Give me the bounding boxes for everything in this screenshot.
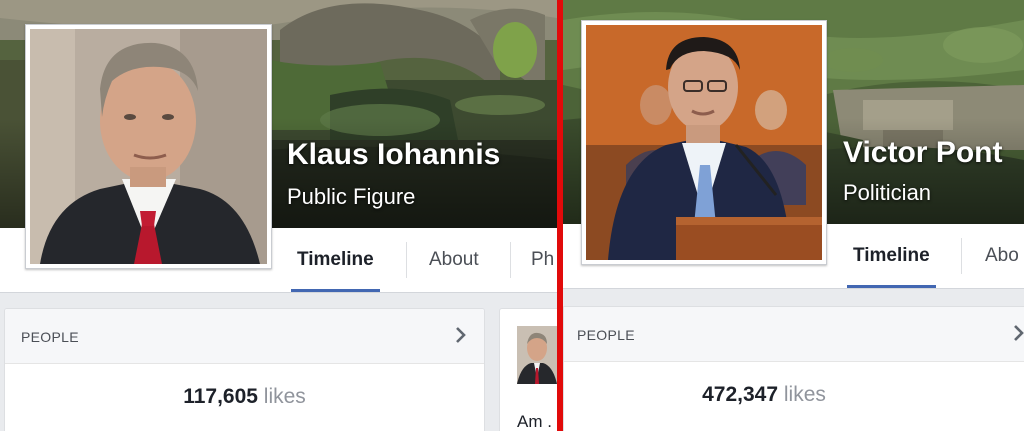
tab-divider bbox=[961, 238, 962, 274]
post-author-avatar[interactable] bbox=[517, 326, 557, 384]
post-text-snippet: Am . bbox=[517, 412, 552, 431]
card-header: PEOPLE bbox=[5, 309, 484, 364]
page-category: Public Figure bbox=[287, 184, 416, 209]
tab-divider bbox=[406, 242, 407, 278]
card-title: PEOPLE bbox=[577, 327, 635, 343]
likes-count: 472,347 bbox=[702, 383, 779, 406]
tab-photos[interactable]: Ph bbox=[531, 228, 554, 292]
portrait-image bbox=[30, 29, 267, 264]
likes-summary: 472,347 likes bbox=[564, 383, 964, 407]
people-card: PEOPLE 472,347 likes bbox=[563, 306, 1024, 431]
card-header: PEOPLE bbox=[564, 307, 1024, 362]
likes-label: likes bbox=[783, 383, 826, 406]
profile-picture[interactable] bbox=[25, 24, 272, 269]
left-profile-panel: Timeline About Ph Klaus Iohannis Public … bbox=[0, 0, 557, 431]
page-category: Politician bbox=[843, 180, 932, 205]
avatar-thumbnail bbox=[517, 326, 557, 384]
profile-picture[interactable] bbox=[581, 20, 827, 265]
tab-timeline[interactable]: Timeline bbox=[291, 228, 380, 292]
portrait-image bbox=[586, 25, 822, 260]
tab-about[interactable]: About bbox=[429, 228, 479, 292]
card-title: PEOPLE bbox=[21, 329, 79, 345]
tab-divider bbox=[510, 242, 511, 278]
right-profile-panel: Timeline Abo Victor Pont Politician PEOP… bbox=[563, 0, 1024, 431]
avatar bbox=[586, 25, 822, 260]
likes-summary: 117,605 likes bbox=[5, 385, 484, 409]
tab-timeline[interactable]: Timeline bbox=[847, 224, 936, 288]
page-name[interactable]: Klaus Iohannis bbox=[287, 138, 500, 172]
post-preview-card[interactable]: Am . bbox=[499, 308, 557, 431]
people-card: PEOPLE 117,605 likes bbox=[4, 308, 485, 431]
chevron-right-icon[interactable] bbox=[1008, 323, 1024, 343]
chevron-right-icon[interactable] bbox=[450, 325, 470, 345]
likes-count: 117,605 bbox=[183, 385, 258, 408]
likes-label: likes bbox=[263, 385, 306, 408]
tab-about[interactable]: Abo bbox=[985, 224, 1019, 288]
avatar bbox=[30, 29, 267, 264]
page-name[interactable]: Victor Pont bbox=[843, 136, 1002, 170]
